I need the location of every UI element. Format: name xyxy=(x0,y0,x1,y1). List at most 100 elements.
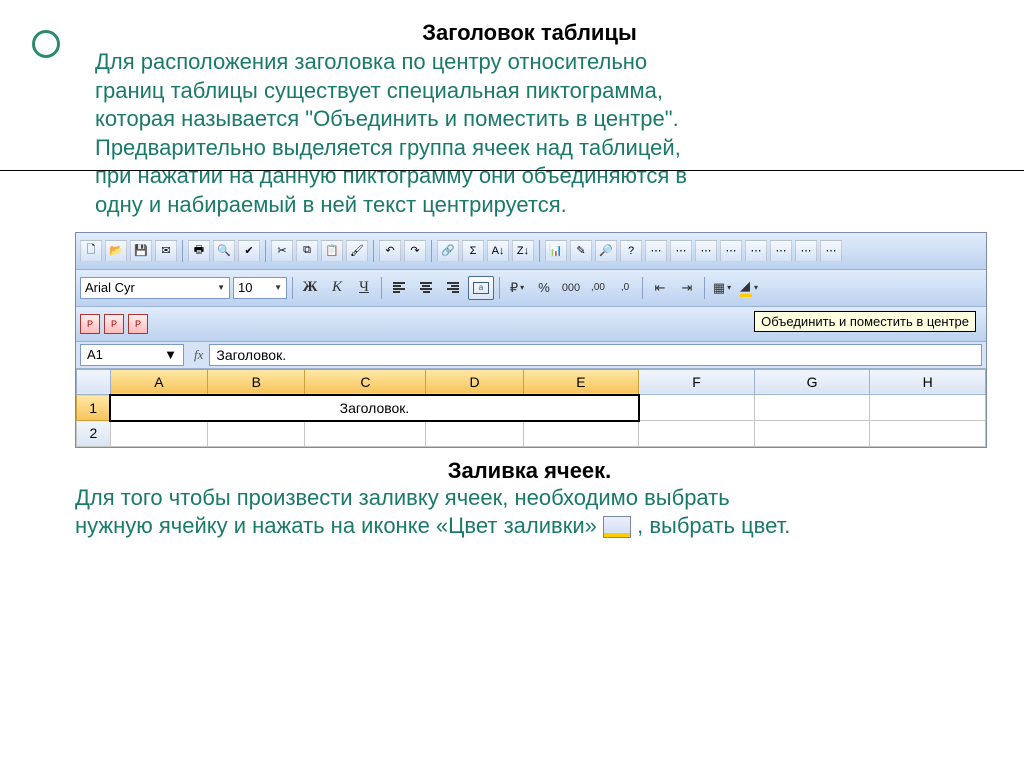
align-left-button[interactable] xyxy=(387,276,411,300)
separator xyxy=(704,277,705,299)
spellcheck-icon[interactable]: ✔ xyxy=(238,240,260,262)
italic-button[interactable]: К xyxy=(325,276,349,300)
format-painter-icon[interactable]: 🖌 xyxy=(346,240,368,262)
bold-button[interactable]: Ж xyxy=(298,276,322,300)
copy-icon[interactable]: ⧉ xyxy=(296,240,318,262)
separator xyxy=(431,240,432,262)
cell-A2[interactable] xyxy=(110,421,207,447)
separator xyxy=(182,240,183,262)
font-size-selector[interactable]: 10 ▼ xyxy=(233,277,287,299)
cell-F1[interactable] xyxy=(639,395,755,421)
name-box[interactable]: A1 ▼ xyxy=(80,344,184,366)
formula-input[interactable]: Заголовок. xyxy=(209,344,982,366)
cell-D2[interactable] xyxy=(426,421,523,447)
merge-center-icon: a xyxy=(473,282,489,294)
open-icon[interactable]: 📂 xyxy=(105,240,127,262)
font-name-selector[interactable]: Arial Cyr ▼ xyxy=(80,277,230,299)
pdf-icon-3[interactable]: P xyxy=(128,314,148,334)
para2-line1: Для того чтобы произвести заливку ячеек,… xyxy=(75,485,730,510)
print-icon[interactable]: 🖶 xyxy=(188,240,210,262)
misc6-icon[interactable]: ⋯ xyxy=(770,240,792,262)
col-header-F[interactable]: F xyxy=(639,369,755,395)
dropdown-arrow-icon: ▼ xyxy=(274,283,282,292)
underline-button[interactable]: Ч xyxy=(352,276,376,300)
borders-button[interactable]: ▦ xyxy=(710,276,734,300)
cut-icon[interactable]: ✂ xyxy=(271,240,293,262)
thousands-button[interactable]: 000 xyxy=(559,276,583,300)
cell-B2[interactable] xyxy=(208,421,305,447)
align-right-button[interactable] xyxy=(441,276,465,300)
excel-screenshot: 🗋 📂 💾 ✉ 🖶 🔍 ✔ ✂ ⧉ 📋 🖌 ↶ ↷ 🔗 Σ A↓ Z↓ 📊 ✎ … xyxy=(75,232,987,448)
hyperlink-icon[interactable]: 🔗 xyxy=(437,240,459,262)
redo-icon[interactable]: ↷ xyxy=(404,240,426,262)
decrease-indent-button[interactable]: ⇤ xyxy=(648,276,672,300)
select-all-corner[interactable] xyxy=(77,369,111,395)
misc7-icon[interactable]: ⋯ xyxy=(795,240,817,262)
col-header-E[interactable]: E xyxy=(523,369,639,395)
cell-E2[interactable] xyxy=(523,421,639,447)
merged-cell-A1E1[interactable]: Заголовок. xyxy=(110,395,639,421)
cell-H2[interactable] xyxy=(870,421,986,447)
col-header-C[interactable]: C xyxy=(305,369,426,395)
col-header-A[interactable]: A xyxy=(110,369,207,395)
percent-button[interactable]: % xyxy=(532,276,556,300)
pdf-icon-2[interactable]: P xyxy=(104,314,124,334)
para1-line2: границ таблицы существует специальная пи… xyxy=(95,78,663,103)
drawing-icon[interactable]: ✎ xyxy=(570,240,592,262)
standard-toolbar: 🗋 📂 💾 ✉ 🖶 🔍 ✔ ✂ ⧉ 📋 🖌 ↶ ↷ 🔗 Σ A↓ Z↓ 📊 ✎ … xyxy=(76,233,986,270)
heading-table-title: Заголовок таблицы xyxy=(95,20,964,46)
separator xyxy=(642,277,643,299)
col-header-H[interactable]: H xyxy=(870,369,986,395)
cell-H1[interactable] xyxy=(870,395,986,421)
zoom-icon[interactable]: 🔎 xyxy=(595,240,617,262)
para2-line2: нужную ячейку и нажать на иконке «Цвет з… xyxy=(75,513,597,538)
help-icon[interactable]: ? xyxy=(620,240,642,262)
align-center-button[interactable] xyxy=(414,276,438,300)
sort-asc-icon[interactable]: A↓ xyxy=(487,240,509,262)
col-header-G[interactable]: G xyxy=(754,369,870,395)
preview-icon[interactable]: 🔍 xyxy=(213,240,235,262)
cell-reference: A1 xyxy=(87,347,103,362)
pdf-icon[interactable]: P xyxy=(80,314,100,334)
para1-line1: Для расположения заголовка по центру отн… xyxy=(95,49,647,74)
addon-toolbar: P P P Объединить и поместить в центре xyxy=(76,307,986,342)
misc4-icon[interactable]: ⋯ xyxy=(720,240,742,262)
fill-color-button[interactable]: ◢ xyxy=(737,276,761,300)
undo-icon[interactable]: ↶ xyxy=(379,240,401,262)
misc8-icon[interactable]: ⋯ xyxy=(820,240,842,262)
row-header-1[interactable]: 1 xyxy=(77,395,111,421)
separator xyxy=(265,240,266,262)
para1-line5: при нажатии на данную пиктограмму они об… xyxy=(95,163,687,188)
mail-icon[interactable]: ✉ xyxy=(155,240,177,262)
col-header-D[interactable]: D xyxy=(426,369,523,395)
new-doc-icon[interactable]: 🗋 xyxy=(80,240,102,262)
save-icon[interactable]: 💾 xyxy=(130,240,152,262)
misc-icon[interactable]: ⋯ xyxy=(645,240,667,262)
row-header-2[interactable]: 2 xyxy=(77,421,111,447)
cell-C2[interactable] xyxy=(305,421,426,447)
cell-G1[interactable] xyxy=(754,395,870,421)
fill-color-icon-inline xyxy=(603,516,631,538)
merge-center-button[interactable]: a xyxy=(468,276,494,300)
misc2-icon[interactable]: ⋯ xyxy=(670,240,692,262)
fx-label[interactable]: fx xyxy=(194,347,203,363)
font-name-value: Arial Cyr xyxy=(85,280,135,295)
chart-icon[interactable]: 📊 xyxy=(545,240,567,262)
increase-decimal-button[interactable]: ,00 xyxy=(586,276,610,300)
spreadsheet-grid[interactable]: A B C D E F G H 1 Заголовок. 2 xyxy=(76,369,986,447)
decrease-decimal-button[interactable]: ,0 xyxy=(613,276,637,300)
sort-desc-icon[interactable]: Z↓ xyxy=(512,240,534,262)
paste-icon[interactable]: 📋 xyxy=(321,240,343,262)
misc5-icon[interactable]: ⋯ xyxy=(745,240,767,262)
para1-line4: Предварительно выделяется группа ячеек н… xyxy=(95,135,681,160)
cell-G2[interactable] xyxy=(754,421,870,447)
increase-indent-button[interactable]: ⇥ xyxy=(675,276,699,300)
separator xyxy=(499,277,500,299)
formula-value: Заголовок. xyxy=(216,347,286,363)
col-header-B[interactable]: B xyxy=(208,369,305,395)
autosum-icon[interactable]: Σ xyxy=(462,240,484,262)
cell-F2[interactable] xyxy=(639,421,755,447)
currency-button[interactable]: ₽ xyxy=(505,276,529,300)
separator xyxy=(292,277,293,299)
misc3-icon[interactable]: ⋯ xyxy=(695,240,717,262)
